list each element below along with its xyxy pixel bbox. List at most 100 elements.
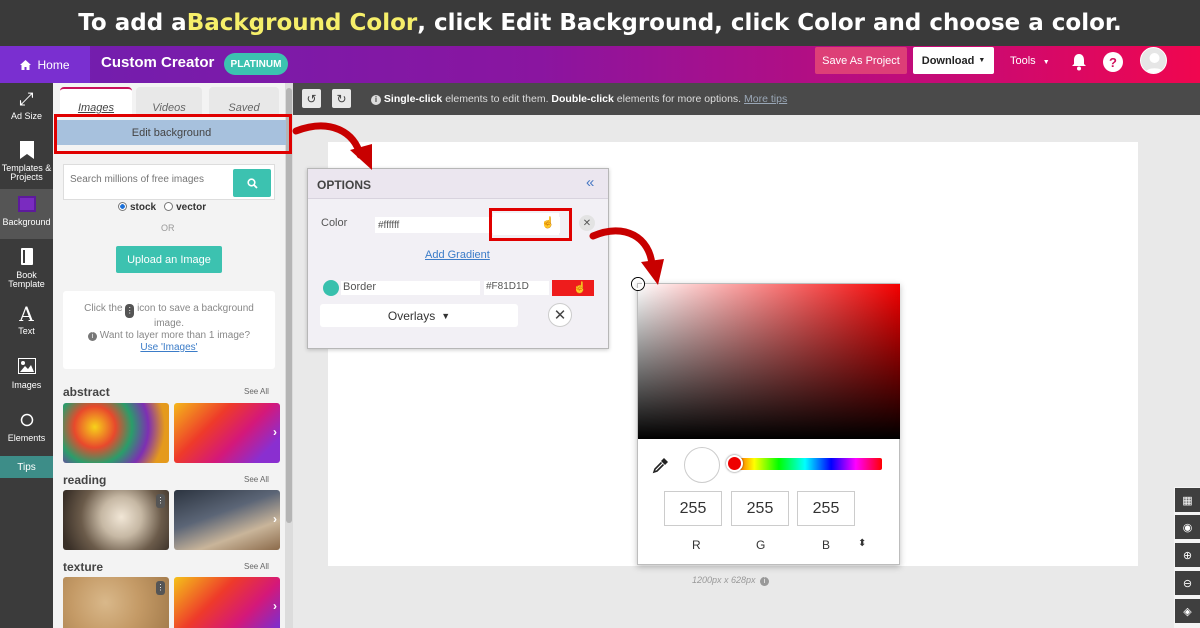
toolbar-hint: i Single-click elements to edit them. Do… <box>371 93 787 105</box>
nav-label: Book Template <box>8 270 45 289</box>
saturation-area[interactable] <box>638 284 900 439</box>
border-color-swatch[interactable]: ☝ <box>552 280 594 296</box>
hint-text: elements to edit them. <box>442 93 552 105</box>
add-gradient-link[interactable]: Add Gradient <box>425 249 490 261</box>
undo-button[interactable]: ↺ <box>302 89 321 108</box>
nav-item-elements[interactable]: Elements <box>0 411 53 443</box>
overlays-dropdown[interactable]: Overlays ▼ <box>320 304 518 327</box>
red-label: R <box>692 538 701 552</box>
grid-icon[interactable]: ▦ <box>1175 488 1200 512</box>
image-thumbnail[interactable]: › <box>174 403 280 463</box>
top-bar: Home Custom Creator PLATINUM Save As Pro… <box>0 46 1200 83</box>
nav-label: Text <box>18 326 35 336</box>
eye-off-icon[interactable]: ◉ <box>1175 515 1200 539</box>
image-thumbnail[interactable]: › <box>174 577 280 628</box>
options-panel: OPTIONS « Color ☝ ✕ Add Gradient Border … <box>307 168 609 349</box>
avatar[interactable] <box>1140 47 1167 74</box>
nav-item-text[interactable]: A Text <box>0 304 53 336</box>
hue-handle[interactable] <box>726 455 743 472</box>
caret-down-icon: ▼ <box>978 57 986 64</box>
blue-input[interactable]: 255 <box>797 491 855 526</box>
border-toggle[interactable] <box>323 280 339 296</box>
close-icon[interactable]: ✕ <box>548 303 572 327</box>
upload-image-button[interactable]: Upload an Image <box>116 246 222 273</box>
zoom-out-icon[interactable]: ⊖ <box>1175 571 1200 595</box>
nav-item-templates[interactable]: Templates & Projects <box>0 141 53 182</box>
nav-item-tips[interactable]: Tips <box>0 456 53 478</box>
zoom-in-icon[interactable]: ⊕ <box>1175 543 1200 567</box>
border-label: Border <box>341 281 480 295</box>
home-label: Home <box>37 57 70 72</box>
chevron-right-icon[interactable]: › <box>273 599 277 613</box>
border-hex-input[interactable]: #F81D1D <box>484 281 549 295</box>
tools-menu[interactable]: Tools ▼ <box>1010 55 1050 67</box>
highlight-color-swatch <box>489 208 572 241</box>
image-thumbnail[interactable]: › <box>174 490 280 550</box>
radio-label: stock <box>130 202 157 213</box>
tab-saved[interactable]: Saved <box>209 87 279 117</box>
search-box <box>63 164 275 200</box>
resize-icon: ⤢ <box>19 89 34 109</box>
clear-color-icon[interactable]: ✕ <box>579 215 595 231</box>
search-icon <box>246 177 258 189</box>
chevron-right-icon[interactable]: › <box>273 512 277 526</box>
banner-prefix: To add a <box>78 10 187 36</box>
user-silhouette-icon <box>1144 53 1165 73</box>
eyedropper-icon[interactable] <box>652 456 670 474</box>
see-all-link[interactable]: See All <box>244 475 269 484</box>
nav-label: Ad Size <box>10 111 43 121</box>
blue-label: B <box>822 538 831 552</box>
text-icon: A <box>19 302 34 326</box>
more-dots-icon[interactable]: ⋮ <box>156 494 165 508</box>
help-icon[interactable]: ? <box>1103 52 1123 72</box>
image-thumbnail[interactable]: ⋮ <box>63 490 169 550</box>
color-picker: 255 255 255 R G B ⬍ <box>632 278 900 565</box>
use-images-link[interactable]: Use 'Images' <box>140 342 197 353</box>
tab-videos[interactable]: Videos <box>136 87 202 117</box>
info-card: Click the ⋮ icon to save a background im… <box>63 291 275 369</box>
red-input[interactable]: 255 <box>664 491 722 526</box>
hue-slider[interactable] <box>728 458 882 470</box>
search-input[interactable] <box>70 174 230 185</box>
green-input[interactable]: 255 <box>731 491 789 526</box>
home-button[interactable]: Home <box>0 46 90 83</box>
bell-icon[interactable] <box>1071 53 1087 71</box>
see-all-link[interactable]: See All <box>244 387 269 396</box>
radio-vector[interactable]: vector <box>164 202 206 213</box>
image-thumbnail[interactable]: ⋮ <box>63 577 169 628</box>
tab-images[interactable]: Images <box>60 87 132 117</box>
chevron-down-icon: ▼ <box>441 310 451 321</box>
tools-label: Tools <box>1010 55 1036 67</box>
nav-item-book-template[interactable]: Book Template <box>0 248 53 289</box>
overlays-label: Overlays <box>387 308 436 323</box>
search-button[interactable] <box>233 169 271 197</box>
nav-item-ad-size[interactable]: ⤢ Ad Size <box>0 89 53 121</box>
redo-button[interactable]: ↻ <box>332 89 351 108</box>
see-all-link[interactable]: See All <box>244 562 269 571</box>
info-text: Want to layer more than 1 image? <box>99 330 251 341</box>
color-label: Color <box>321 217 348 229</box>
dimensions-text: 1200px x 628px <box>692 575 756 585</box>
saturation-handle[interactable] <box>632 278 644 290</box>
download-button[interactable]: Download ▼ <box>913 47 994 74</box>
caret-down-icon: ▼ <box>1042 59 1050 66</box>
more-dots-icon[interactable]: ⋮ <box>156 581 165 595</box>
nav-item-images[interactable]: Images <box>0 358 53 390</box>
plan-badge: PLATINUM <box>224 53 288 75</box>
more-tips-link[interactable]: More tips <box>744 93 787 105</box>
nav-item-background[interactable]: Background <box>0 189 53 239</box>
app-title: Custom Creator <box>101 54 215 71</box>
save-as-project-button[interactable]: Save As Project <box>815 47 907 74</box>
nav-label: Background <box>2 217 51 227</box>
cube-icon[interactable]: ◈ <box>1175 599 1200 623</box>
collapse-double-chevron-icon[interactable]: « <box>586 174 594 191</box>
cursor-hand-icon: ☝ <box>573 282 587 294</box>
editor-toolbar: ↺ ↻ i Single-click elements to edit them… <box>293 83 1200 115</box>
format-toggle-icon[interactable]: ⬍ <box>858 538 866 549</box>
info-text: icon to save a background image. <box>137 303 254 329</box>
radio-stock[interactable]: stock <box>118 202 156 213</box>
banner-suffix: , click Edit Background, click Color and… <box>417 10 1122 36</box>
image-thumbnail[interactable] <box>63 403 169 463</box>
chevron-right-icon[interactable]: › <box>273 425 277 439</box>
nav-label: Templates & Projects <box>1 163 52 182</box>
